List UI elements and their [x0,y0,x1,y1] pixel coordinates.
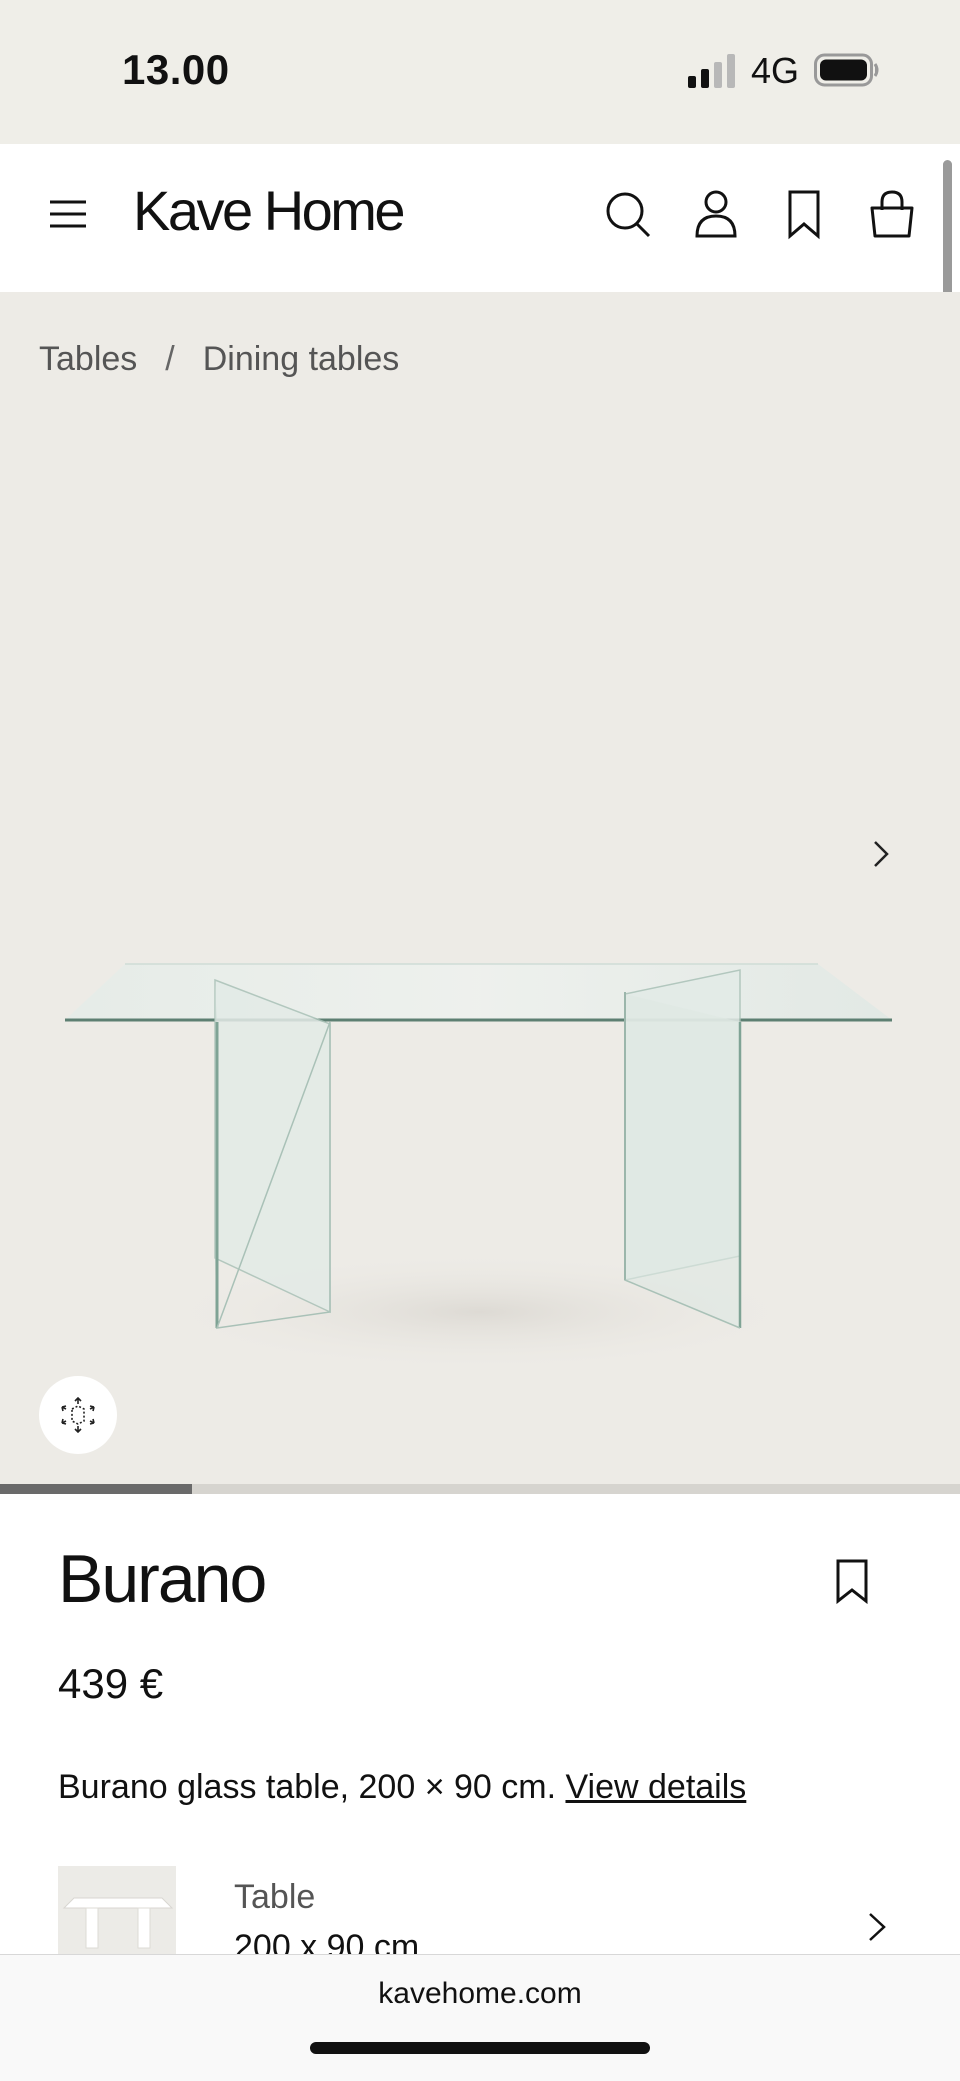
search-icon[interactable] [604,188,652,240]
next-image-icon[interactable] [866,834,896,874]
variant-thumbnail [58,1866,176,1966]
product-price: 439 € [58,1660,164,1707]
breadcrumb: Tables / Dining tables [39,340,399,379]
logo[interactable]: Kave Home [133,178,406,243]
status-bar: 13.00 4G [0,0,960,144]
url-text[interactable]: kavehome.com [0,1977,960,2011]
breadcrumb-item-dining-tables[interactable]: Dining tables [203,340,400,379]
bag-icon[interactable] [868,188,916,240]
description-text: Burano glass table, 200 × 90 cm. [58,1768,557,1806]
save-product-icon[interactable] [834,1558,870,1604]
view-360-icon [61,1397,95,1433]
chevron-right-icon [869,1913,886,1941]
variant-selector[interactable]: Table 200 x 90 cm [0,1866,960,1966]
status-time: 13.00 [122,46,230,93]
browser-url-bar: kavehome.com [0,1954,960,2081]
gallery-progress [0,1484,960,1494]
signal-icon [688,54,735,88]
view-details-link[interactable]: View details [565,1768,746,1806]
menu-icon[interactable] [48,194,88,234]
variant-type: Table [234,1878,316,1916]
view-360-button[interactable] [39,1376,117,1454]
gallery-progress-fill [0,1484,192,1494]
breadcrumb-separator: / [165,340,175,378]
home-indicator[interactable] [310,2042,650,2054]
breadcrumb-item-tables[interactable]: Tables [39,340,137,379]
account-icon[interactable] [692,188,740,240]
product-image [65,963,892,1372]
variant-thumbnail-image [62,1897,174,1949]
product-name: Burano [58,1541,267,1617]
site-header: Kave Home [0,144,960,292]
network-label: 4G [751,50,800,91]
product-gallery[interactable]: Tables / Dining tables [0,292,960,1484]
battery-icon [814,53,879,87]
bookmark-icon[interactable] [780,188,828,240]
product-description: Burano glass table, 200 × 90 cm. View de… [58,1768,746,1807]
